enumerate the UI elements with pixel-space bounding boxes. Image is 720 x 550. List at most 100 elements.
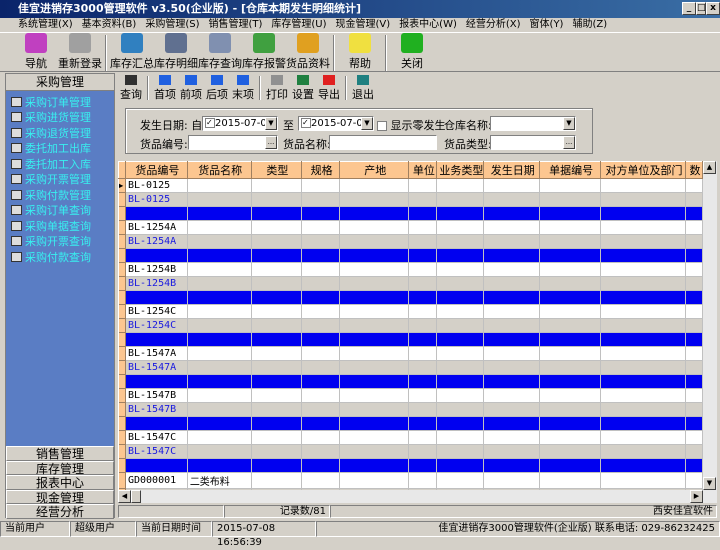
menu-item[interactable]: 系统管理(X) [18, 18, 73, 32]
module-button[interactable]: 经营分析 [6, 504, 114, 519]
table-row[interactable]: BL-1254A [118, 220, 703, 235]
sidebar-item[interactable]: 采购付款管理 [11, 187, 114, 203]
table-row[interactable]: BL-1547C [118, 444, 703, 459]
subtoolbar-button-arrow-last[interactable]: 末项 [230, 75, 256, 102]
column-header[interactable]: 货品编号 [124, 161, 188, 179]
close-button[interactable]: x [706, 2, 720, 15]
column-header[interactable]: 规格 [301, 161, 341, 179]
table-row[interactable]: GD000001二类布料 [118, 472, 703, 489]
table-row[interactable] [118, 458, 703, 473]
module-button[interactable]: 库存管理 [6, 460, 114, 475]
vertical-scrollbar[interactable]: ▲ ▼ [703, 161, 717, 490]
toolbar-button-navigate[interactable]: 导航 [14, 33, 58, 73]
date-to-picker[interactable]: ✓ 2015-07-08 ▼ [298, 116, 374, 131]
column-header[interactable]: 单据编号 [539, 161, 602, 179]
column-header[interactable]: 业务类型 [436, 161, 485, 179]
table-row[interactable]: BL-1254B [118, 276, 703, 291]
menu-item[interactable]: 经营分析(X) [466, 18, 521, 32]
dropdown-icon[interactable]: ▼ [361, 117, 373, 130]
column-header[interactable]: 货品名称 [186, 161, 252, 179]
menu-item[interactable]: 现金管理(V) [336, 18, 391, 32]
name-input[interactable] [329, 135, 437, 150]
table-row[interactable] [118, 332, 703, 347]
minimize-button[interactable]: _ [682, 2, 696, 15]
subtoolbar-button-exit[interactable]: 退出 [350, 75, 376, 102]
menu-item[interactable]: 采购管理(S) [145, 18, 199, 32]
sidebar-item[interactable]: 委托加工入库 [11, 156, 114, 172]
sidebar-item[interactable]: 采购开票管理 [11, 172, 114, 188]
table-row[interactable]: BL-1547A [118, 360, 703, 375]
column-header[interactable]: 发生日期 [483, 161, 541, 179]
ellipsis-icon[interactable]: ... [265, 136, 277, 149]
table-row[interactable] [118, 290, 703, 305]
horizontal-scrollbar[interactable]: ◀ ▶ [118, 490, 717, 503]
maximize-button[interactable]: □ [696, 2, 706, 15]
scroll-up-icon[interactable]: ▲ [703, 161, 716, 174]
sidebar-item[interactable]: 采购订单查询 [11, 203, 114, 219]
subtoolbar-button-export[interactable]: 导出 [316, 75, 342, 102]
column-header[interactable]: 单位 [408, 161, 438, 179]
sidebar-item[interactable]: 采购退货管理 [11, 125, 114, 141]
menu-item[interactable]: 报表中心(W) [399, 18, 457, 32]
sidebar-item[interactable]: 采购订单管理 [11, 94, 114, 110]
toolbar-button-goods-info[interactable]: 货品资料 [286, 33, 330, 73]
toolbar-button-close-run[interactable]: 关闭 [390, 33, 434, 73]
menu-item[interactable]: 辅助(Z) [572, 18, 607, 32]
subtoolbar-button-settings[interactable]: 设置 [290, 75, 316, 102]
sidebar-item[interactable]: 采购开票查询 [11, 234, 114, 250]
toolbar-button-relogin[interactable]: 重新登录 [58, 33, 102, 73]
data-grid[interactable]: 货品编号 货品名称 类型 规格 产地 单位 业务类型 发生日期 单据编号 对方单位及部门数 ▶ BL-… [118, 161, 703, 491]
menu-item[interactable]: 销售管理(T) [208, 18, 262, 32]
table-row[interactable]: BL-1547A [118, 346, 703, 361]
subtoolbar-button-arrow-first[interactable]: 首项 [152, 75, 178, 102]
menu-item[interactable]: 窗体(Y) [530, 18, 564, 32]
menu-item[interactable]: 库存管理(U) [271, 18, 326, 32]
subtoolbar-button-arrow-prev[interactable]: 前项 [178, 75, 204, 102]
column-header[interactable]: 数 [684, 161, 703, 179]
column-header[interactable]: 类型 [250, 161, 303, 179]
dropdown-icon[interactable]: ▼ [265, 117, 277, 130]
subtoolbar-button-arrow-next[interactable]: 后项 [204, 75, 230, 102]
menu-item[interactable]: 基本资料(B) [82, 18, 137, 32]
sidebar-item[interactable]: 采购进货管理 [11, 110, 114, 126]
table-row[interactable]: ▶ BL-0125 [118, 178, 703, 193]
sidebar-item[interactable]: 采购单据查询 [11, 218, 114, 234]
subtoolbar-button-printer[interactable]: 打印 [264, 75, 290, 102]
table-row[interactable]: BL-1547B [118, 388, 703, 403]
toolbar-button-stock-detail[interactable]: 库存明细 [154, 33, 198, 73]
table-row[interactable]: BL-1254C [118, 318, 703, 333]
warehouse-select[interactable]: ▼ [490, 116, 576, 131]
table-row[interactable]: BL-0125 [118, 192, 703, 207]
table-row[interactable]: BL-1254A [118, 234, 703, 249]
table-row[interactable]: BL-1254B [118, 262, 703, 277]
table-row[interactable] [118, 248, 703, 263]
table-row[interactable] [118, 416, 703, 431]
dropdown-icon[interactable]: ▼ [563, 117, 575, 130]
sidebar-item[interactable]: 采购付款查询 [11, 249, 114, 265]
toolbar-button-stock-query[interactable]: 库存查询 [198, 33, 242, 73]
table-row[interactable] [118, 374, 703, 389]
toolbar-button-help[interactable]: 帮助 [338, 33, 382, 73]
table-row[interactable]: BL-1547C [118, 430, 703, 445]
table-row[interactable]: BL-1547B [118, 402, 703, 417]
module-button[interactable]: 报表中心 [6, 475, 114, 490]
subtoolbar-button-binoculars[interactable]: 查询 [118, 75, 144, 102]
column-header[interactable]: 对方单位及部门 [600, 161, 686, 179]
toolbar-button-stock-summary[interactable]: 库存汇总 [110, 33, 154, 73]
module-button[interactable]: 销售管理 [6, 446, 114, 461]
show-zero-checkbox[interactable]: 显示零发生 [377, 117, 446, 133]
code-input[interactable]: ... [188, 135, 278, 150]
date-from-picker[interactable]: ✓ 2015-07-01 ▼ [202, 116, 278, 131]
ellipsis-icon[interactable]: ... [563, 136, 575, 149]
scroll-thumb[interactable] [131, 490, 141, 503]
column-header[interactable]: 产地 [339, 161, 410, 179]
toolbar-button-stock-alarm[interactable]: 库存报警 [242, 33, 286, 73]
table-row[interactable] [118, 206, 703, 221]
sidebar-item[interactable]: 委托加工出库 [11, 141, 114, 157]
scroll-down-icon[interactable]: ▼ [703, 477, 716, 490]
scroll-right-icon[interactable]: ▶ [690, 490, 703, 503]
scroll-left-icon[interactable]: ◀ [118, 490, 131, 503]
module-button[interactable]: 现金管理 [6, 489, 114, 504]
type-input[interactable]: ... [490, 135, 576, 150]
table-row[interactable]: BL-1254C [118, 304, 703, 319]
